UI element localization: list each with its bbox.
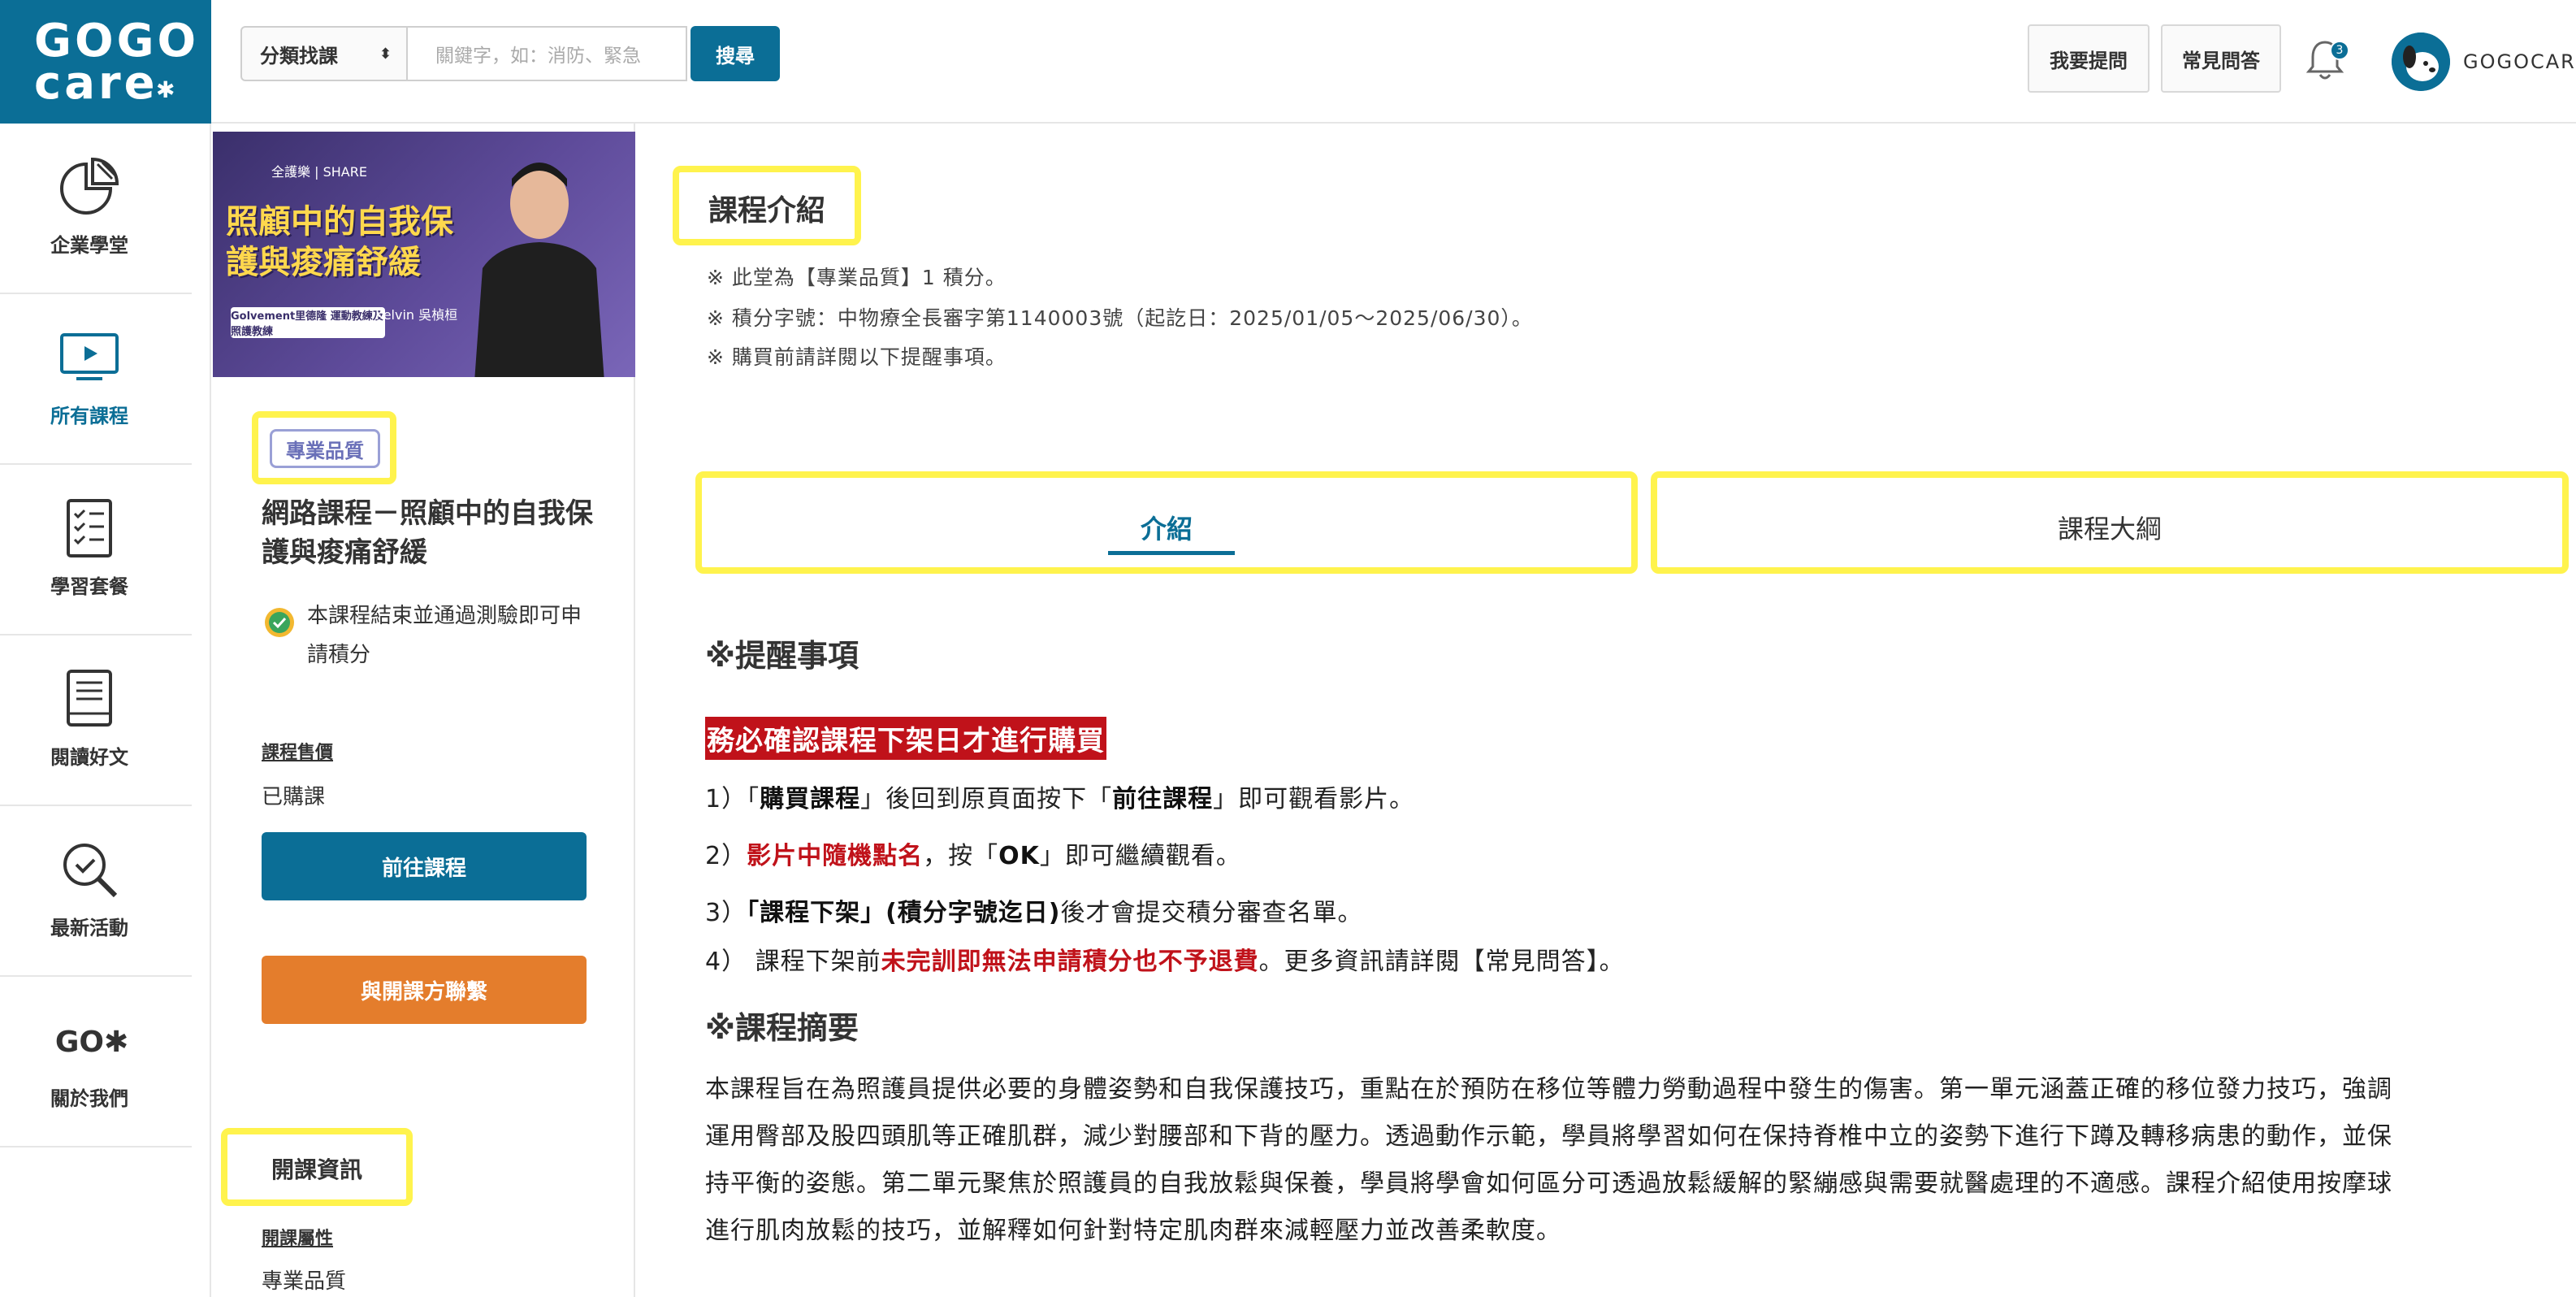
logo-line-2: care	[34, 57, 158, 110]
nav-item-reading[interactable]: 閱讀好文	[0, 635, 192, 806]
step-1-b: 購買課程	[760, 785, 861, 813]
step-2: 2）影片中隨機點名，按「OK」即可繼續觀看。	[705, 835, 1241, 871]
nav-label-events: 最新活動	[50, 917, 128, 939]
step-4: 4） 課程下架前未完訓即無法申請積分也不予退費。更多資訊請詳閱【常見問答】。	[705, 941, 1625, 977]
step-1-c: 」後回到原頁面按下「	[860, 785, 1113, 813]
faq-button[interactable]: 常見問答	[2161, 24, 2281, 93]
step-2-a: 2）	[705, 842, 747, 870]
video-screen-icon	[60, 333, 119, 380]
step-1-e: 」即可觀看影片。	[1213, 785, 1415, 813]
search-bar: 分類找課 ⬍ 關鍵字，如：消防、緊急 搜尋	[240, 26, 780, 81]
note-credit: ※ 此堂為【專業品質】1 積分。	[707, 266, 1007, 289]
banner-brand: 全護樂 | SHARE	[271, 164, 367, 180]
step-2-c: ，按「	[923, 842, 999, 870]
nav-item-about[interactable]: GO✱ 關於我們	[0, 977, 192, 1147]
summary-line: 進行肌肉放鬆的技巧，並解釋如何針對特定肌肉群來減輕壓力並改善柔軟度。	[705, 1217, 1561, 1245]
attr-label: 開課屬性	[262, 1229, 334, 1249]
step-2-b: 影片中隨機點名	[747, 842, 924, 870]
ask-question-button[interactable]: 我要提問	[2028, 24, 2150, 93]
logo-star-icon: ✱	[156, 76, 175, 103]
book-icon	[67, 670, 112, 727]
tab-syllabus[interactable]: 課程大綱	[1651, 471, 2569, 574]
warning-banner: 務必確認課程下架日才進行購買	[705, 717, 1106, 760]
dog-avatar-icon	[2392, 33, 2450, 91]
course-sidebar: 全護樂 | SHARE 照顧中的自我保護與痠痛舒緩 Golvement里德隆 運…	[213, 124, 635, 1297]
nav-label-all-courses: 所有課程	[50, 405, 128, 427]
select-caret-icon: ⬍	[379, 46, 392, 63]
instructor-photo	[474, 163, 604, 377]
reminder-heading: ※提醒事項	[705, 638, 859, 674]
step-3: 3）「課程下架」(積分字號迄日)後才會提交積分審查名單。	[705, 892, 1363, 928]
nav-label-about: 關於我們	[50, 1087, 128, 1110]
left-nav: 企業學堂 所有課程 學習套餐 閱讀好文 最新活動 GO✱ 關於我們	[0, 124, 211, 1297]
step-2-e: 」即可繼續觀看。	[1039, 842, 1241, 870]
go-logo-icon: GO✱	[54, 1026, 129, 1059]
nav-label-learning-package: 學習套餐	[50, 575, 128, 598]
avatar[interactable]	[2392, 33, 2450, 91]
summary-heading: ※課程摘要	[705, 1010, 859, 1046]
go-to-course-button[interactable]: 前往課程	[262, 832, 587, 900]
course-info-highlight: 開課資訊	[221, 1128, 413, 1206]
nav-item-events[interactable]: 最新活動	[0, 806, 192, 977]
category-badge-highlight: 專業品質	[252, 411, 396, 484]
summary-line: 運用臀部及股四頭肌等正確肌群，減少對腰部和下背的壓力。透過動作示範，學員將學習如…	[705, 1122, 2392, 1151]
top-bar: GOGO care ✱ 分類找課 ⬍ 關鍵字，如：消防、緊急 搜尋 我要提問 常…	[0, 0, 2576, 124]
intro-title-highlight: 課程介紹	[673, 166, 861, 245]
summary-line: 本課程旨在為照護員提供必要的身體姿勢和自我保護技巧，重點在於預防在移位等體力勞動…	[705, 1075, 2392, 1104]
course-info-title: 開課資訊	[271, 1156, 362, 1183]
category-select[interactable]: 分類找課 ⬍	[240, 26, 408, 81]
course-title: 網路課程－照顧中的自我保護與痠痛舒緩	[262, 497, 593, 569]
banner-title: 照顧中的自我保護與痠痛舒緩	[226, 203, 453, 281]
verified-check-icon	[265, 608, 294, 637]
price-label: 課程售價	[262, 743, 334, 763]
username[interactable]: GOGOCARE	[2463, 50, 2576, 73]
pie-chart-icon	[60, 157, 119, 215]
checklist-icon	[67, 499, 112, 557]
category-select-value: 分類找課	[260, 44, 338, 67]
notification-count-badge: 3	[2330, 41, 2349, 60]
nav-item-learning-package[interactable]: 學習套餐	[0, 465, 192, 635]
tab-syllabus-label: 課程大綱	[2057, 514, 2162, 544]
banner-tag: Golvement里德隆 運動教練及照護教練	[231, 307, 385, 338]
nav-label-reading: 閱讀好文	[50, 746, 128, 769]
gogocare-logo[interactable]: GOGO care ✱	[0, 0, 211, 124]
step-1: 1）「購買課程」後回到原頁面按下「前往課程」即可觀看影片。	[705, 779, 1414, 814]
step-4-b: 未完訓即無法申請積分也不予退費	[881, 948, 1259, 976]
summary-line: 持平衡的姿態。第二單元聚焦於照護員的自我放鬆與保養，學員將學會如何區分可透過放鬆…	[705, 1169, 2392, 1198]
note-license: ※ 積分字號：中物療全長審字第1140003號（起訖日：2025/01/05～2…	[707, 306, 1533, 330]
step-3-c: 後才會提交積分審查名單。	[1060, 899, 1363, 927]
step-3-a: 3）	[705, 899, 747, 927]
search-placeholder: 關鍵字，如：消防、緊急	[435, 46, 641, 67]
search-input[interactable]: 關鍵字，如：消防、緊急	[408, 26, 687, 81]
step-1-d: 前往課程	[1112, 785, 1214, 813]
magnify-check-icon	[63, 844, 118, 898]
course-banner[interactable]: 全護樂 | SHARE 照顧中的自我保護與痠痛舒緩 Golvement里德隆 運…	[213, 132, 635, 377]
nav-item-enterprise[interactable]: 企業學堂	[0, 124, 192, 294]
step-1-a: 1）「	[705, 785, 760, 813]
intro-title: 課程介紹	[708, 194, 825, 228]
tab-intro-label: 介紹	[1140, 514, 1193, 544]
category-badge: 專業品質	[270, 429, 380, 468]
main-content: 課程介紹 ※ 此堂為【專業品質】1 積分。 ※ 積分字號：中物療全長審字第114…	[637, 124, 2576, 1297]
step-3-b: 「課程下架」(積分字號迄日)	[747, 899, 1061, 927]
step-4-c: 。更多資訊請詳閱【常見問答】。	[1258, 948, 1625, 976]
step-2-d: OK	[998, 842, 1040, 870]
step-4-a: 4） 課程下架前	[705, 948, 881, 976]
nav-item-all-courses[interactable]: 所有課程	[0, 294, 192, 465]
note-read-before: ※ 購買前請詳閱以下提醒事項。	[707, 345, 1007, 369]
banner-instructor: Kelvin 吳楨桓	[375, 307, 458, 323]
contact-organizer-button[interactable]: 與開課方聯繫	[262, 956, 587, 1024]
tab-intro[interactable]: 介紹	[695, 471, 1638, 574]
tab-active-underline	[1108, 551, 1235, 555]
attr-value: 專業品質	[262, 1269, 347, 1294]
credit-note-text: 本課程結束並通過測驗即可申請積分	[307, 604, 582, 667]
nav-label-enterprise: 企業學堂	[50, 234, 128, 257]
price-value: 已購課	[262, 785, 326, 809]
summary-paragraph: 本課程旨在為照護員提供必要的身體姿勢和自我保護技巧，重點在於預防在移位等體力勞動…	[705, 1066, 2565, 1255]
search-button[interactable]: 搜尋	[691, 26, 780, 81]
